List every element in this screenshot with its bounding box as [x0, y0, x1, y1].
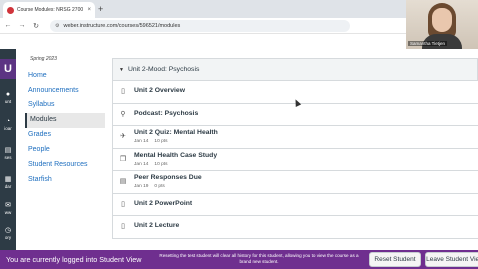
back-icon[interactable]: ←	[4, 22, 12, 29]
webcam-name-label: Samantha Tietjen	[408, 41, 448, 46]
course-nav-modules-label: Modules	[30, 116, 57, 123]
module-item-title[interactable]: Unit 2 PowerPoint	[134, 200, 192, 207]
global-nav-dashboard[interactable]: ◔ ioar	[0, 118, 16, 132]
module-item-title[interactable]: Unit 2 Overview	[134, 87, 185, 94]
global-nav: U ● unt ◔ ioar ▤ ses ▦ dar ✉ ww ◷ ory	[0, 49, 16, 250]
course-nav-announcements[interactable]: Announcements	[28, 87, 79, 94]
courses-icon: ▤	[4, 147, 12, 154]
discussion-icon: ❐	[119, 155, 127, 163]
modules-content: ▼ Unit 2-Mood: Psychosis ▯ Unit 2 Overvi…	[112, 58, 478, 250]
dashboard-icon: ◔	[5, 118, 11, 125]
quiz-icon: ✈	[120, 133, 126, 140]
page-icon: ▯	[121, 88, 125, 95]
global-nav-label: ses	[4, 155, 12, 160]
global-nav-label: ioar	[4, 126, 12, 131]
module-item-title[interactable]: Peer Responses Due	[134, 174, 202, 181]
page-icon: ▯	[121, 223, 125, 230]
account-icon: ●	[5, 91, 11, 98]
global-nav-label: ory	[4, 235, 12, 240]
webcam-overlay: Samantha Tietjen	[406, 0, 478, 49]
term-label: Spring 2023	[30, 56, 57, 62]
reset-student-button[interactable]: Reset Student	[369, 252, 421, 267]
global-nav-inbox[interactable]: ✉ ww	[0, 202, 16, 216]
history-icon: ◷	[4, 227, 12, 234]
module-item-meta: Jan 14 10 pts	[134, 162, 167, 167]
course-nav-people[interactable]: People	[28, 146, 50, 153]
student-view-bar: You are currently logged into Student Vi…	[0, 250, 478, 269]
due-date: Jan 19	[134, 184, 149, 189]
module-header[interactable]: ▼ Unit 2-Mood: Psychosis	[112, 58, 478, 81]
module-item-title[interactable]: Unit 2 Quiz: Mental Health	[134, 129, 218, 136]
global-nav-label: ww	[4, 210, 12, 215]
module-title: Unit 2-Mood: Psychosis	[127, 66, 200, 73]
module-item[interactable]: ▯ Unit 2 PowerPoint	[113, 193, 478, 216]
due-date: Jan 14	[134, 161, 149, 167]
course-nav-student-resources[interactable]: Student Resources	[28, 161, 88, 168]
course-nav-home[interactable]: Home	[28, 72, 47, 79]
course-nav-starfish[interactable]: Starfish	[28, 176, 52, 183]
module-item-title[interactable]: Unit 2 Lecture	[134, 222, 179, 229]
global-nav-courses[interactable]: ▤ ses	[0, 147, 16, 161]
module-item-title[interactable]: Podcast: Psychosis	[134, 110, 198, 117]
student-view-message: You are currently logged into Student Vi…	[6, 255, 142, 264]
global-nav-label: dar	[4, 184, 12, 189]
points: 10 pts	[154, 139, 168, 144]
new-tab-icon[interactable]: +	[98, 3, 103, 15]
module-item-meta: Jan 19 0 pts	[134, 184, 165, 189]
forward-icon[interactable]: →	[18, 22, 26, 29]
course-nav-grades[interactable]: Grades	[28, 131, 51, 138]
module-item[interactable]: ✈ Unit 2 Quiz: Mental Health Jan 14 10 pt…	[113, 126, 478, 149]
module-item[interactable]: ▯ Unit 2 Lecture	[113, 216, 478, 239]
calendar-icon: ▦	[4, 176, 12, 183]
weber-logo[interactable]: U	[0, 59, 16, 79]
global-nav-label: unt	[4, 99, 12, 104]
points: 0 pts	[154, 184, 165, 189]
due-date: Jan 14	[134, 139, 149, 144]
page-icon: ▯	[121, 200, 125, 208]
assignment-icon: ▤	[119, 178, 127, 185]
tab-close-icon[interactable]: ×	[87, 7, 91, 13]
course-nav-modules[interactable]: Modules	[25, 113, 105, 128]
tab-title: Course Modules: NRSG 2700 Di	[17, 7, 85, 13]
module-item[interactable]: ❐ Mental Health Case Study Jan 14 10 pts	[113, 148, 478, 171]
collapse-caret-icon[interactable]: ▼	[119, 67, 124, 73]
url-field[interactable]: ⚙ weber.instructure.com/courses/596521/m…	[50, 19, 350, 32]
link-icon: ⚲	[120, 110, 126, 118]
webcam-person-face	[432, 8, 452, 32]
global-nav-account[interactable]: ● unt	[0, 91, 16, 105]
site-info-icon[interactable]: ⚙	[55, 23, 59, 29]
screen: Course Modules: NRSG 2700 Di × + ← → ↻ ⚙…	[0, 0, 478, 269]
canvas-favicon-icon	[7, 6, 14, 14]
module-item-title[interactable]: Mental Health Case Study	[134, 152, 217, 159]
course-nav: Spring 2023 Home Announcements Syllabus …	[16, 50, 112, 250]
module-item-meta: Jan 14 10 pts	[134, 139, 167, 144]
url-text: weber.instructure.com/courses/596521/mod…	[63, 22, 181, 29]
inbox-icon: ✉	[5, 202, 11, 209]
reload-icon[interactable]: ↻	[32, 22, 40, 30]
points: 10 pts	[154, 161, 168, 167]
global-nav-history[interactable]: ◷ ory	[0, 227, 16, 241]
global-nav-calendar[interactable]: ▦ dar	[0, 176, 16, 190]
browser-tab[interactable]: Course Modules: NRSG 2700 Di ×	[3, 2, 95, 18]
leave-student-view-button[interactable]: Leave Student View	[425, 252, 478, 267]
module-item[interactable]: ▤ Peer Responses Due Jan 19 0 pts	[113, 171, 478, 194]
course-nav-syllabus[interactable]: Syllabus	[28, 101, 54, 108]
student-view-note: Resetting the test student will clear al…	[159, 253, 359, 264]
